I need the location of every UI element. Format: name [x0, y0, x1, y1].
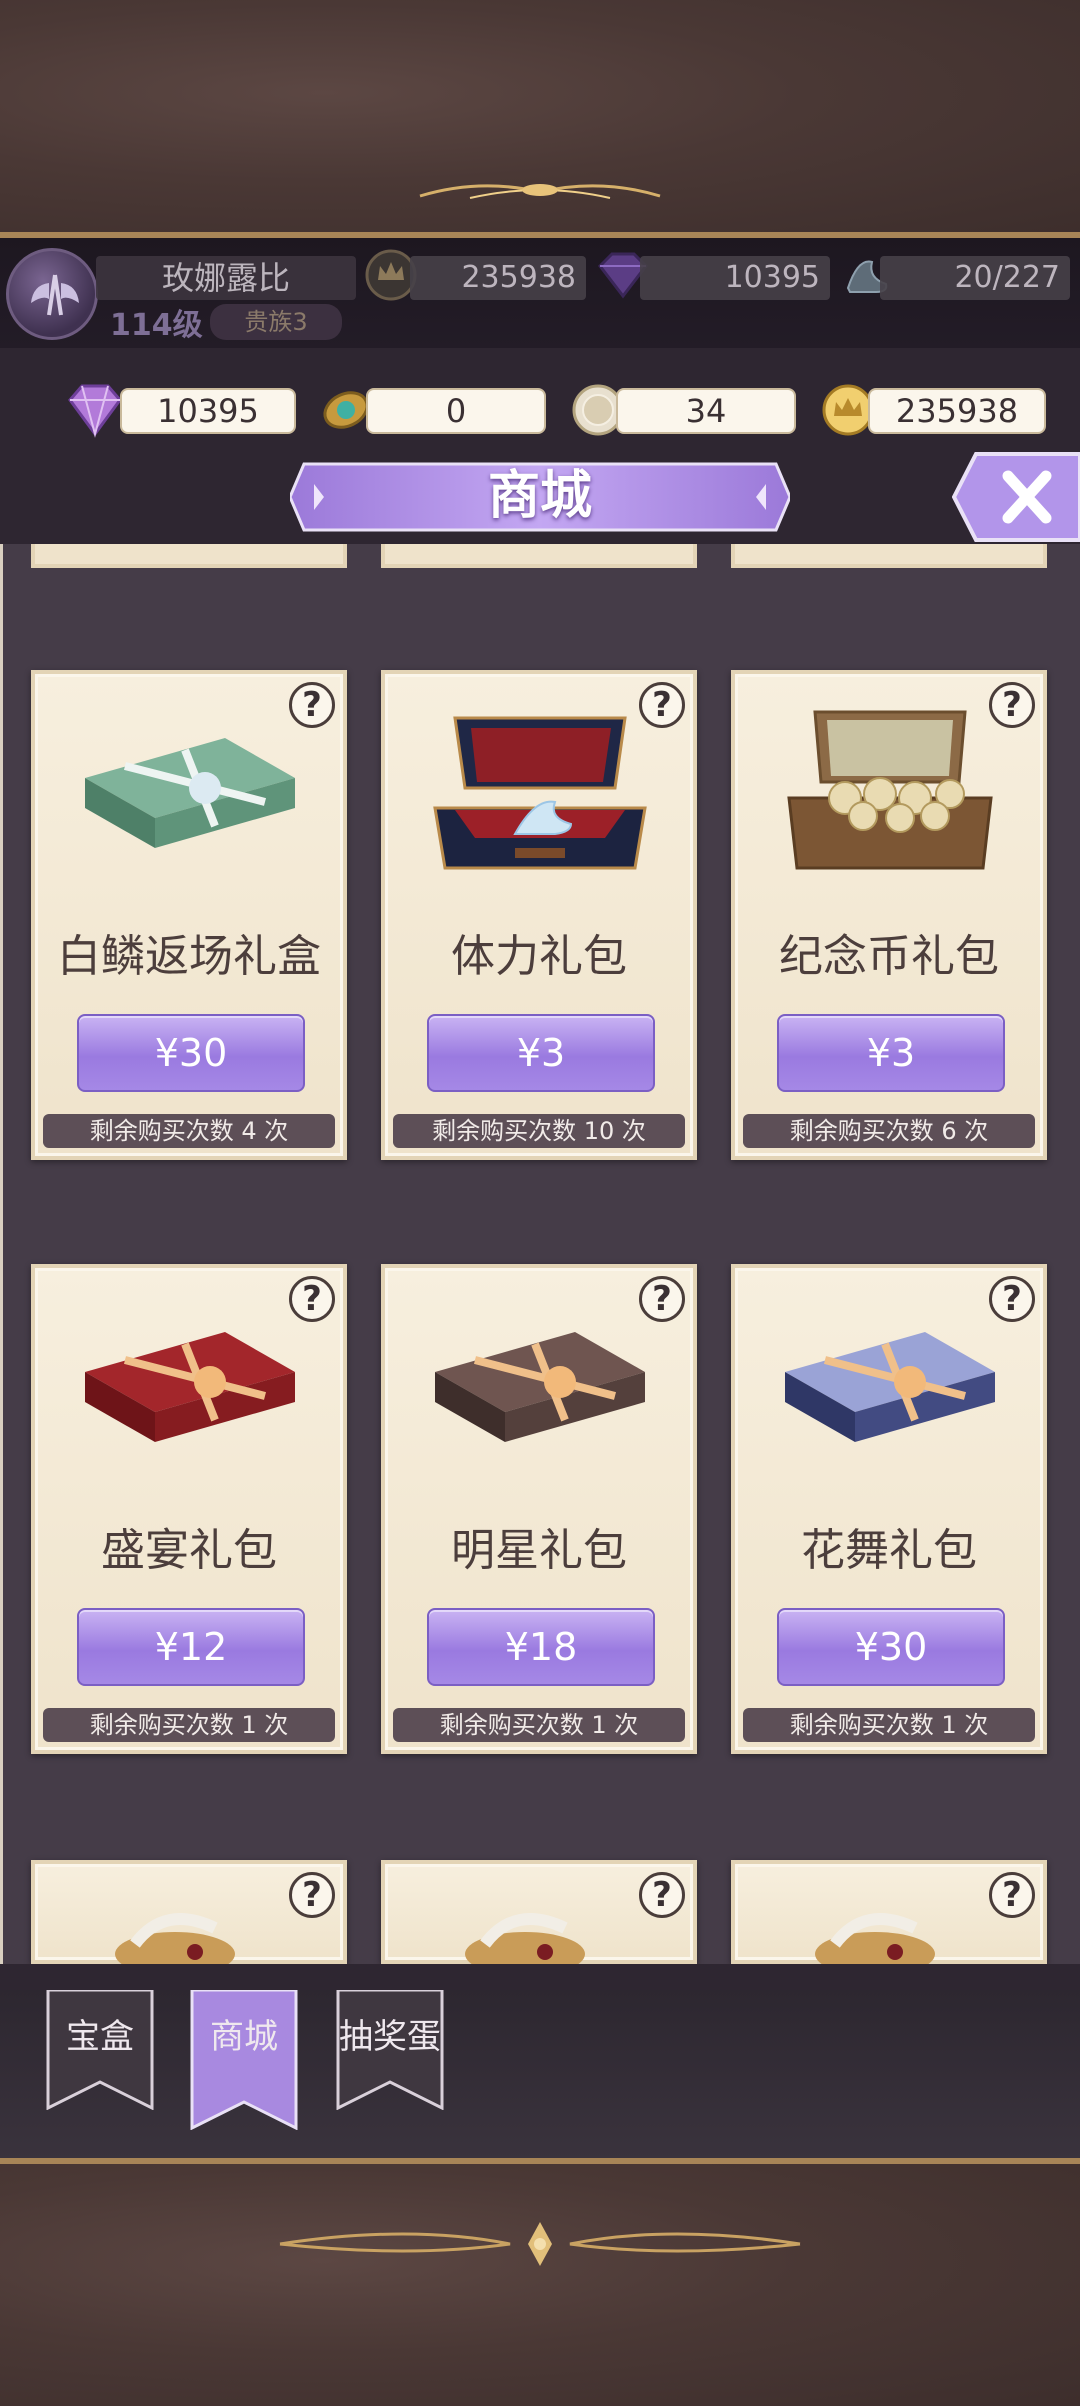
- green-gift-box-icon: [85, 738, 295, 848]
- shop-card-7[interactable]: ?: [31, 1860, 347, 1964]
- help-icon[interactable]: ?: [289, 1872, 335, 1918]
- tab-shop[interactable]: 商城: [190, 1990, 298, 2130]
- buy-button[interactable]: ¥3: [427, 1014, 655, 1092]
- remaining-purchases: 剩余购买次数 6 次: [743, 1114, 1035, 1148]
- gold-flourish-icon: [279, 2222, 801, 2266]
- coin-balance: 34: [616, 388, 796, 434]
- tab-lottery-egg[interactable]: 抽奖蛋: [336, 1990, 444, 2110]
- tab-treasure-box[interactable]: 宝盒: [46, 1990, 154, 2110]
- feather-hat-icon: [115, 1913, 235, 1964]
- red-gift-box-icon: [85, 1332, 295, 1442]
- shop-card-6[interactable]: ? 花舞礼包 ¥30 剩余购买次数 1 次: [731, 1264, 1047, 1754]
- shop-card-4[interactable]: ? 盛宴礼包 ¥12 剩余购买次数 1 次: [31, 1264, 347, 1754]
- item-name: 体力礼包: [451, 931, 627, 982]
- player-avatar[interactable]: [6, 248, 98, 340]
- wings-emblem-icon: [31, 274, 79, 316]
- brooch-balance: 0: [366, 388, 546, 434]
- feather-hat-icon: [465, 1913, 585, 1964]
- item-name: 明星礼包: [451, 1525, 627, 1576]
- diamond-currency-icon: [68, 384, 122, 438]
- help-icon[interactable]: ?: [639, 1872, 685, 1918]
- buy-button[interactable]: ¥3: [777, 1014, 1005, 1092]
- partial-card-top-1: [31, 544, 347, 568]
- gold-balance: 235938: [868, 388, 1046, 434]
- buy-button[interactable]: ¥30: [777, 1608, 1005, 1686]
- bottom-tab-bar: [0, 1990, 1080, 2160]
- shop-card-2[interactable]: ? 体力礼包 ¥3 剩余购买次数 10 次: [381, 670, 697, 1160]
- help-icon[interactable]: ?: [989, 1872, 1035, 1918]
- item-name: 白鳞返场礼盒: [57, 931, 321, 982]
- player-name: 玫娜露比: [96, 256, 356, 300]
- close-button[interactable]: [952, 452, 1080, 542]
- remaining-purchases: 剩余购买次数 1 次: [393, 1708, 685, 1742]
- tab-label: 宝盒: [66, 2017, 134, 2057]
- gold-stat: 235938: [410, 256, 586, 300]
- shop-card-9[interactable]: ?: [731, 1860, 1047, 1964]
- buy-button[interactable]: ¥18: [427, 1608, 655, 1686]
- bottom-decorative-panel: [0, 2158, 1080, 2406]
- shop-card-5[interactable]: ? 明星礼包 ¥18 剩余购买次数 1 次: [381, 1264, 697, 1754]
- tab-label: 抽奖蛋: [339, 2017, 441, 2057]
- item-name: 盛宴礼包: [101, 1525, 277, 1576]
- feather-hat-icon: [815, 1913, 935, 1964]
- top-decorative-panel: [0, 0, 1080, 238]
- shop-item-grid[interactable]: ? 白鳞返场礼盒 ¥30 剩余购买次数 4 次 ? 体力礼包 ¥3 剩余购买次数…: [0, 544, 1080, 1964]
- player-rank-badge: 贵族3: [210, 304, 342, 340]
- partial-card-top-3: [731, 544, 1047, 568]
- player-level: 114级: [110, 308, 203, 343]
- remaining-purchases: 剩余购买次数 1 次: [743, 1708, 1035, 1742]
- brown-gift-box-icon: [435, 1332, 645, 1442]
- blue-gift-box-icon: [785, 1332, 995, 1442]
- tab-label: 商城: [210, 2017, 278, 2057]
- remaining-purchases: 剩余购买次数 1 次: [43, 1708, 335, 1742]
- gold-flourish-icon: [419, 184, 661, 199]
- partial-card-top-2: [381, 544, 697, 568]
- diamond-balance: 10395: [120, 388, 296, 434]
- diamond-stat: 10395: [640, 256, 830, 300]
- page-title: 商城: [487, 465, 592, 526]
- coin-suitcase-icon: [787, 710, 993, 870]
- stamina-stat: 20/227: [880, 256, 1070, 300]
- remaining-purchases: 剩余购买次数 4 次: [43, 1114, 335, 1148]
- shop-card-8[interactable]: ?: [381, 1860, 697, 1964]
- buy-button[interactable]: ¥12: [77, 1608, 305, 1686]
- shop-card-3[interactable]: ? 纪念币礼包 ¥3 剩余购买次数 6 次: [731, 670, 1047, 1160]
- item-name: 纪念币礼包: [779, 931, 999, 982]
- shop-card-1[interactable]: ? 白鳞返场礼盒 ¥30 剩余购买次数 4 次: [31, 670, 347, 1160]
- remaining-purchases: 剩余购买次数 10 次: [393, 1114, 685, 1148]
- item-name: 花舞礼包: [801, 1525, 977, 1576]
- glass-slipper-case-icon: [433, 716, 647, 870]
- buy-button[interactable]: ¥30: [77, 1014, 305, 1092]
